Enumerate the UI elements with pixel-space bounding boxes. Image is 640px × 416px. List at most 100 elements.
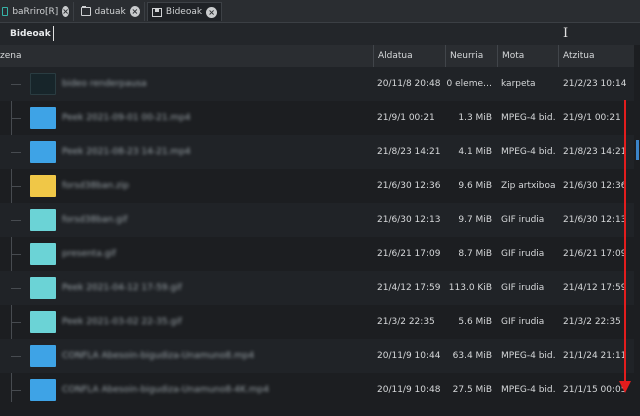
breadcrumb[interactable]: Bideoak bbox=[10, 29, 51, 39]
tree-branch bbox=[11, 390, 21, 391]
file-row[interactable]: forsd38ban.zip 21/6/30 12:36 9.6 MiB Zip… bbox=[0, 169, 634, 203]
zip-thumbnail-icon bbox=[30, 175, 56, 197]
scrollbar[interactable] bbox=[634, 67, 640, 416]
file-row[interactable]: forsd38ban.gif 21/6/30 12:13 9.7 MiB GIF… bbox=[0, 203, 634, 237]
file-type: GIF irudia bbox=[501, 317, 545, 327]
file-type: Zip artxiboa bbox=[501, 181, 556, 191]
tree-branch bbox=[11, 118, 21, 119]
file-row[interactable]: Peek 2021-03-02 22-35.gif 21/3/2 22:35 5… bbox=[0, 305, 634, 339]
file-modified: 21/4/12 17:59 bbox=[377, 283, 441, 293]
location-bar[interactable]: Bideoak I bbox=[0, 23, 640, 45]
file-accessed: 21/3/2 22:35 bbox=[563, 317, 621, 327]
tab-datuak[interactable]: datuak × bbox=[77, 2, 145, 21]
tree-branch bbox=[11, 356, 21, 357]
column-header: zena Aldatua Neurria Mota Atzitua bbox=[0, 45, 634, 68]
column-type[interactable]: Mota bbox=[497, 45, 558, 67]
tab-barriro[interactable]: baRriro[R] × bbox=[0, 2, 74, 21]
ibeam-cursor-icon: I bbox=[563, 26, 569, 41]
gif-thumbnail-icon bbox=[30, 277, 56, 299]
video-thumbnail-icon bbox=[30, 345, 56, 367]
file-size: 4.1 MiB bbox=[458, 147, 492, 157]
file-row[interactable]: CONFLA Abesoin-bigudiza-Unamuno8-4K.mp4 … bbox=[0, 373, 634, 407]
file-name: CONFLA Abesoin-bigudiza-Unamuno8-4K.mp4 bbox=[62, 385, 270, 395]
tab-label: datuak bbox=[94, 6, 126, 17]
file-size: 9.6 MiB bbox=[458, 181, 492, 191]
file-row[interactable]: Peek 2021-09-01 00-21.mp4 21/9/1 00:21 1… bbox=[0, 101, 634, 135]
close-icon[interactable]: × bbox=[62, 6, 69, 17]
file-modified: 20/11/8 20:48 bbox=[377, 79, 441, 89]
tree-branch bbox=[11, 288, 21, 289]
file-accessed: 21/1/24 21:11 bbox=[563, 351, 627, 361]
file-size: 27.5 MiB bbox=[452, 385, 492, 395]
tree-branch bbox=[11, 220, 21, 221]
gif-thumbnail-icon bbox=[30, 311, 56, 333]
file-type: GIF irudia bbox=[501, 215, 545, 225]
file-row[interactable]: Peek 2021-04-12 17-59.gif 21/4/12 17:59 … bbox=[0, 271, 634, 305]
file-accessed: 21/2/23 10:14 bbox=[563, 79, 627, 89]
file-name: Peek 2021-03-02 22-35.gif bbox=[62, 317, 182, 327]
tab-bar: baRriro[R] × datuak × Bideoak × bbox=[0, 0, 640, 23]
file-accessed: 21/6/30 12:36 bbox=[563, 181, 627, 191]
file-modified: 21/6/21 17:09 bbox=[377, 249, 441, 259]
text-cursor bbox=[53, 26, 54, 41]
file-type: MPEG-4 bid… bbox=[501, 385, 556, 395]
file-type: MPEG-4 bid… bbox=[501, 147, 556, 157]
tab-label: Bideoak bbox=[165, 7, 203, 17]
file-modified: 20/11/9 10:48 bbox=[377, 385, 441, 395]
file-modified: 20/11/9 10:44 bbox=[377, 351, 441, 361]
folder-thumbnail-icon bbox=[30, 73, 56, 95]
tree-branch bbox=[11, 84, 21, 85]
tab-bideoak[interactable]: Bideoak × bbox=[147, 2, 222, 21]
file-type: GIF irudia bbox=[501, 249, 545, 259]
close-icon[interactable]: × bbox=[129, 6, 140, 17]
file-accessed: 21/4/12 17:59 bbox=[563, 283, 627, 293]
file-name: forsd38ban.gif bbox=[62, 215, 128, 225]
column-modified[interactable]: Aldatua bbox=[373, 45, 445, 67]
scrollbar-thumb[interactable] bbox=[636, 140, 639, 160]
file-type: MPEG-4 bid… bbox=[501, 351, 556, 361]
file-size: 0 eleme… bbox=[446, 79, 492, 89]
tree-branch bbox=[11, 152, 21, 153]
file-size: 1.3 MiB bbox=[458, 113, 492, 123]
file-name: presenta.gif bbox=[62, 249, 116, 259]
file-size: 63.4 MiB bbox=[452, 351, 492, 361]
teal-folder-icon bbox=[2, 7, 9, 16]
file-type: karpeta bbox=[501, 79, 536, 89]
file-accessed: 21/6/21 17:09 bbox=[563, 249, 627, 259]
file-name: CONFLA Abesoin-bigudiza-Unamuno8.mp4 bbox=[62, 351, 255, 361]
annotation-arrow-icon bbox=[619, 381, 631, 393]
gif-thumbnail-icon bbox=[30, 209, 56, 231]
file-name: bideo renderpausa bbox=[62, 79, 147, 89]
file-name: Peek 2021-09-01 00-21.mp4 bbox=[62, 113, 191, 123]
file-size: 113.0 KiB bbox=[448, 283, 492, 293]
tree-branch bbox=[11, 322, 21, 323]
file-size: 9.7 MiB bbox=[458, 215, 492, 225]
file-row[interactable]: bideo renderpausa 20/11/8 20:48 0 eleme…… bbox=[0, 67, 634, 101]
column-size[interactable]: Neurria bbox=[445, 45, 497, 67]
file-name: forsd38ban.zip bbox=[62, 181, 129, 191]
file-accessed: 21/6/30 12:13 bbox=[563, 215, 627, 225]
column-accessed[interactable]: Atzitua bbox=[558, 45, 634, 67]
video-thumbnail-icon bbox=[30, 379, 56, 401]
file-size: 5.6 MiB bbox=[458, 317, 492, 327]
file-name: Peek 2021-04-12 17-59.gif bbox=[62, 283, 182, 293]
close-icon[interactable]: × bbox=[206, 6, 217, 18]
column-name[interactable]: zena bbox=[0, 45, 373, 67]
tab-label: baRriro[R] bbox=[12, 6, 59, 17]
file-accessed: 21/9/1 00:21 bbox=[563, 113, 621, 123]
file-row[interactable]: CONFLA Abesoin-bigudiza-Unamuno8.mp4 20/… bbox=[0, 339, 634, 373]
file-list: bideo renderpausa 20/11/8 20:48 0 eleme…… bbox=[0, 67, 634, 416]
file-modified: 21/9/1 00:21 bbox=[377, 113, 435, 123]
tree-branch bbox=[11, 254, 21, 255]
tree-branch bbox=[11, 186, 21, 187]
video-thumbnail-icon bbox=[30, 107, 56, 129]
file-row[interactable]: presenta.gif 21/6/21 17:09 8.7 MiB GIF i… bbox=[0, 237, 634, 271]
folder-icon bbox=[81, 6, 91, 16]
file-modified: 21/3/2 22:35 bbox=[377, 317, 435, 327]
file-type: MPEG-4 bid… bbox=[501, 113, 556, 123]
file-modified: 21/8/23 14:21 bbox=[377, 147, 441, 157]
file-modified: 21/6/30 12:13 bbox=[377, 215, 441, 225]
file-row[interactable]: Peek 2021-08-23 14-21.mp4 21/8/23 14:21 … bbox=[0, 135, 634, 169]
file-accessed: 21/8/23 14:21 bbox=[563, 147, 627, 157]
gif-thumbnail-icon bbox=[30, 243, 56, 265]
